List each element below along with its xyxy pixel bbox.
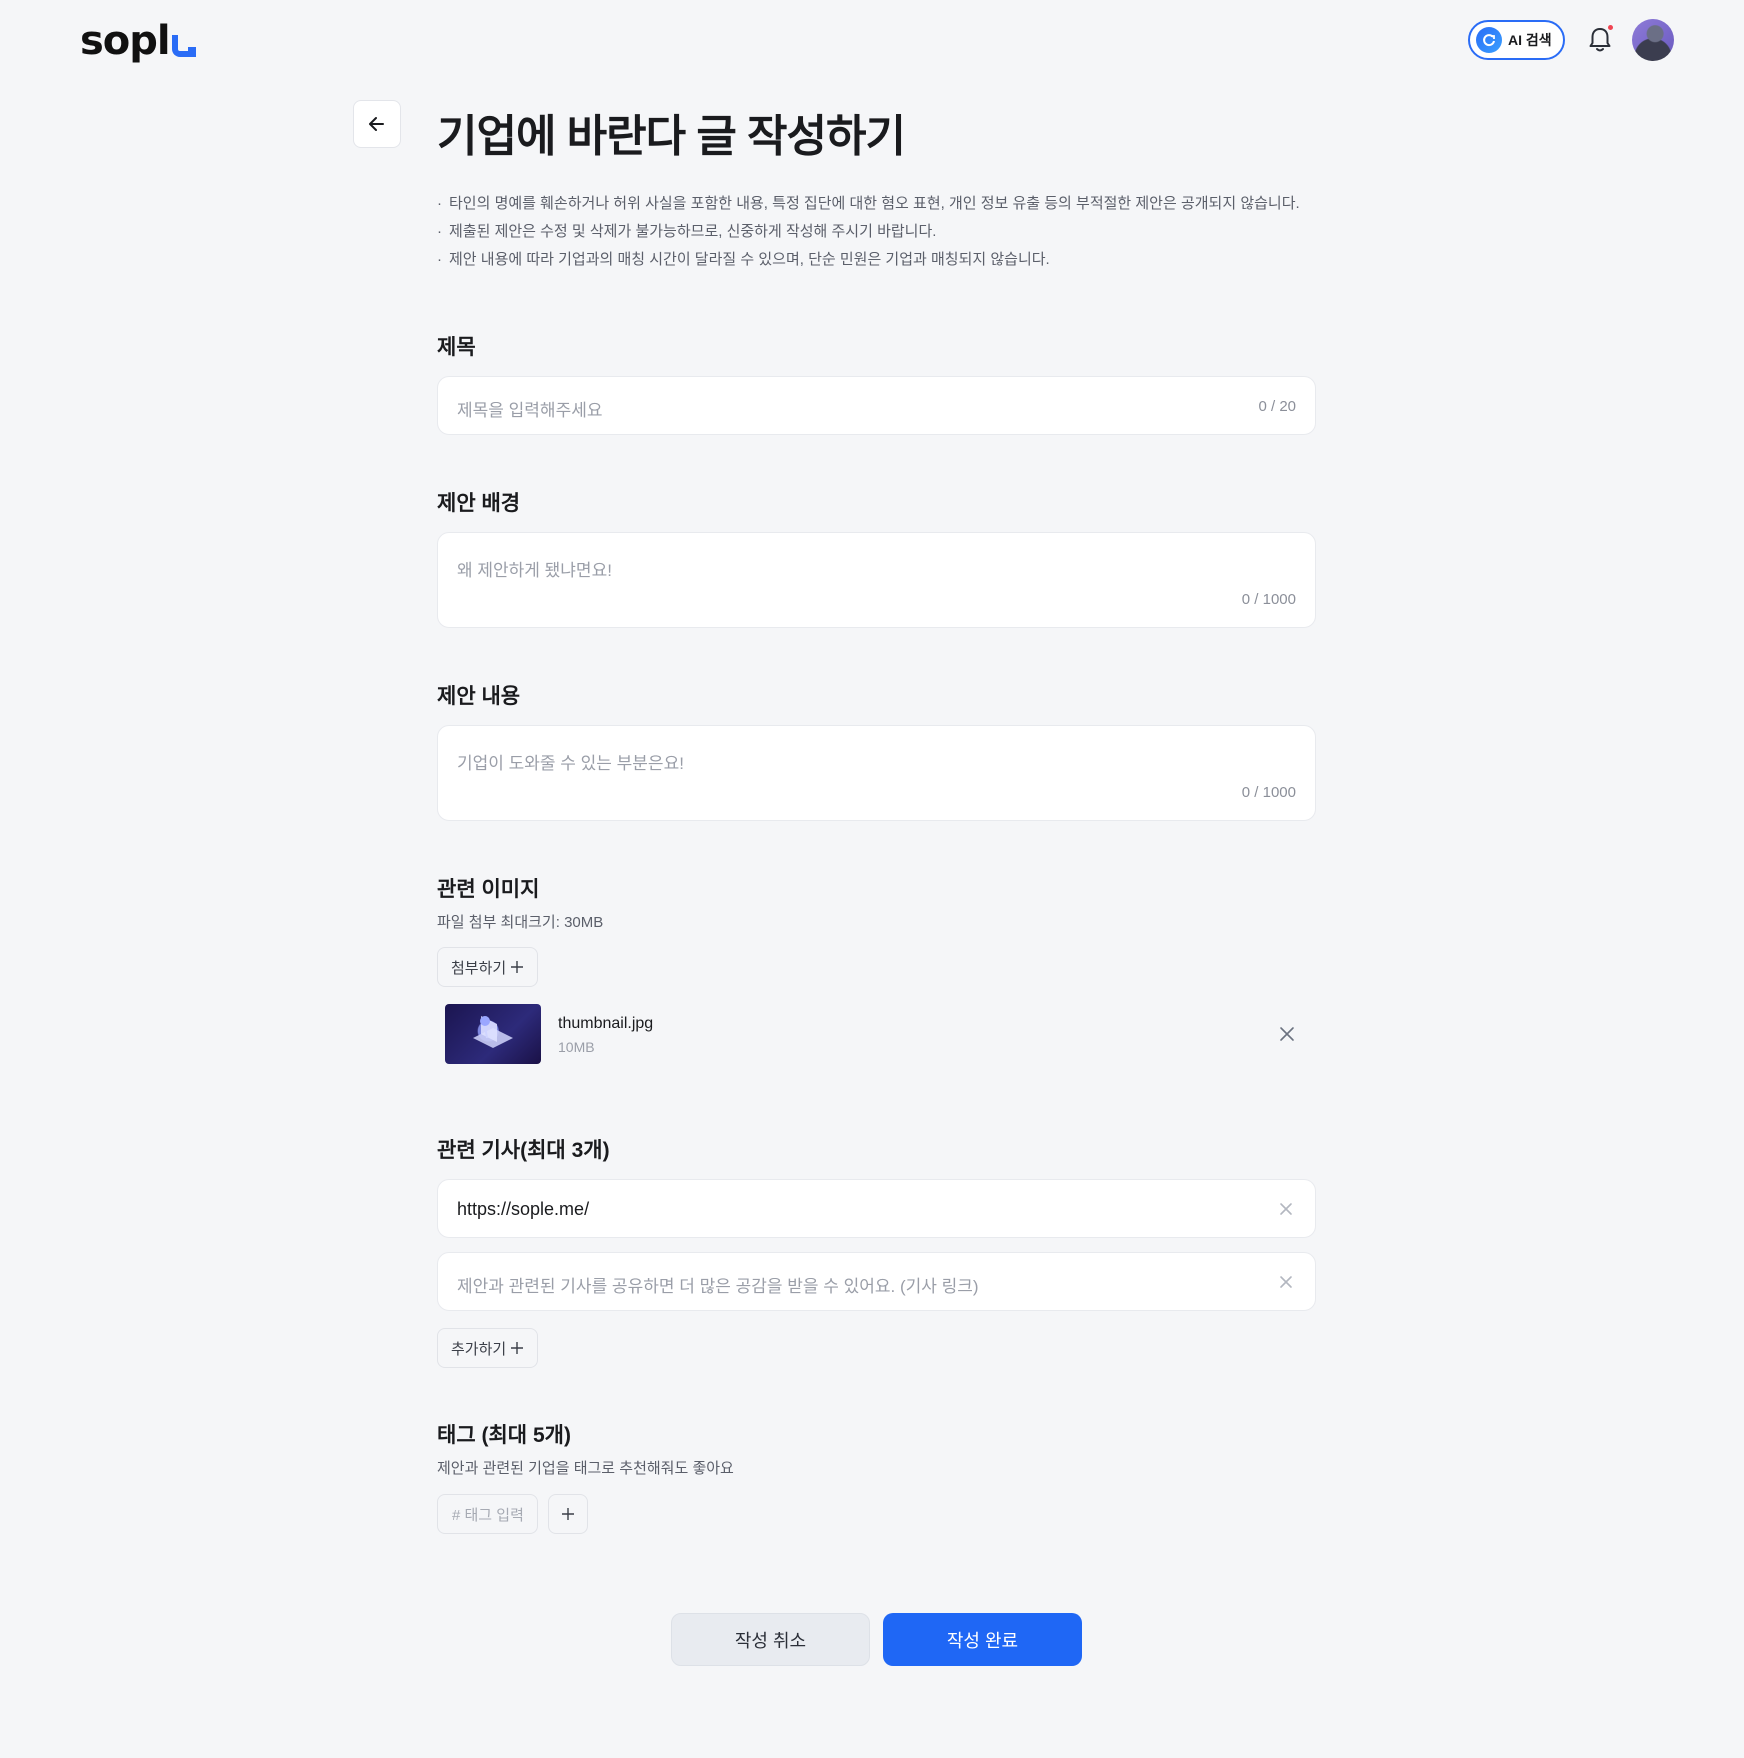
top-header: sopl AI 검색 [0,0,1744,80]
ai-search-icon [1476,27,1502,53]
add-article-button[interactable]: 추가하기 [437,1328,539,1368]
attach-button[interactable]: 첨부하기 [437,947,539,987]
background-char-count: 0 / 1000 [1241,591,1296,608]
sople-logo[interactable]: sopl [80,18,196,64]
add-tag-button[interactable] [548,1494,588,1534]
articles-label: 관련 기사(최대 3개) [437,1139,610,1162]
content-char-count: 0 / 1000 [1241,784,1296,801]
notice-list: 타인의 명예를 훼손하거나 허위 사실을 포함한 내용, 특정 집단에 대한 혐… [437,190,1300,274]
background-textarea[interactable]: 왜 제안하게 됐냐면요! 0 / 1000 [437,532,1316,628]
title-char-count: 0 / 20 [1258,398,1296,415]
notice-item: 제안 내용에 따라 기업과의 매칭 시간이 달라질 수 있으며, 단순 민원은 … [437,246,1300,274]
submit-button[interactable]: 작성 완료 [883,1613,1082,1666]
ai-search-button[interactable]: AI 검색 [1468,20,1565,60]
images-label: 관련 이미지 [437,878,540,901]
content-textarea[interactable]: 기업이 도와줄 수 있는 부분은요! 0 / 1000 [437,725,1316,821]
remove-file-icon[interactable] [1279,1026,1295,1042]
add-article-label: 추가하기 [451,1340,507,1358]
content-placeholder: 기업이 도와줄 수 있는 부분은요! [457,754,684,773]
file-name: thumbnail.jpg [558,1015,654,1032]
notice-item: 타인의 명예를 훼손하거나 허위 사실을 포함한 내용, 특정 집단에 대한 혐… [437,190,1300,218]
arrow-left-icon [369,117,384,131]
background-placeholder: 왜 제안하게 됐냐면요! [457,561,612,580]
plus-icon [511,961,524,973]
article-link-placeholder: 제안과 관련된 기사를 공유하면 더 많은 공감을 받을 수 있어요. (기사 … [457,1277,979,1296]
attach-label: 첨부하기 [451,959,507,977]
logo-mark-icon [171,35,196,57]
attached-file: thumbnail.jpg 10MB [437,1003,1316,1065]
clear-link-icon[interactable] [1277,1273,1295,1291]
article-link-value: https://sople.me/ [457,1199,590,1219]
notice-item: 제출된 제안은 수정 및 삭제가 불가능하므로, 신중하게 작성해 주시기 바랍… [437,218,1300,246]
tag-placeholder: # 태그 입력 [452,1506,524,1524]
user-avatar[interactable] [1632,19,1674,61]
background-label: 제안 배경 [437,492,521,515]
cancel-button[interactable]: 작성 취소 [671,1613,870,1666]
article-link-input[interactable]: https://sople.me/ [437,1179,1316,1238]
title-placeholder: 제목을 입력해주세요 [457,401,603,420]
plus-icon [511,1342,524,1354]
tags-label: 태그 (최대 5개) [437,1424,571,1447]
plus-icon [562,1508,574,1520]
page-title: 기업에 바란다 글 작성하기 [437,112,906,161]
back-button[interactable] [353,100,401,148]
content-label: 제안 내용 [437,685,521,708]
clear-link-icon[interactable] [1277,1200,1295,1218]
images-size-limit: 파일 첨부 최대크기: 30MB [437,914,604,931]
logo-text: sopl [80,18,171,64]
file-size: 10MB [558,1039,595,1055]
file-thumbnail [445,1004,541,1064]
article-link-input[interactable]: 제안과 관련된 기사를 공유하면 더 많은 공감을 받을 수 있어요. (기사 … [437,1252,1316,1311]
title-input[interactable]: 제목을 입력해주세요 0 / 20 [437,376,1316,435]
notification-dot [1608,25,1613,30]
title-label: 제목 [437,336,476,359]
ai-search-label: AI 검색 [1508,32,1552,48]
tags-hint: 제안과 관련된 기업을 태그로 추천해줘도 좋아요 [437,1460,734,1477]
tag-input[interactable]: # 태그 입력 [437,1494,538,1534]
